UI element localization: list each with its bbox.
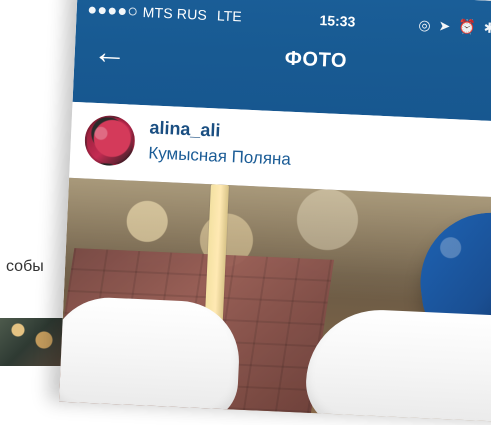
back-button[interactable]: ← — [88, 31, 132, 75]
signal-icon — [88, 6, 137, 16]
time: 15:33 — [319, 12, 356, 30]
back-arrow-icon: ← — [91, 32, 128, 73]
background-partial-text: собы — [6, 258, 44, 275]
carrier: MTS RUS — [142, 3, 208, 23]
photo-cup-left — [58, 295, 242, 424]
bluetooth-icon: ✱ — [483, 18, 491, 36]
post-photo[interactable]: K — [58, 177, 491, 425]
page-title: ФОТО — [284, 47, 348, 73]
alarm-icon: ⏰ — [457, 17, 477, 35]
lock-icon: ◎ — [418, 15, 432, 33]
phone-screenshot: MTS RUS LTE 15:33 ◎ ➤ ⏰ ✱ ← ФОТО alina_a… — [58, 0, 491, 425]
network: LTE — [216, 7, 243, 25]
username-link[interactable]: alina_ali — [149, 117, 221, 141]
nav-bar: ← ФОТО — [73, 24, 491, 118]
location-link[interactable]: Кумысная Поляна — [148, 143, 291, 169]
avatar[interactable] — [83, 114, 136, 167]
status-icons: ◎ ➤ ⏰ ✱ — [418, 13, 491, 38]
location-icon: ➤ — [438, 16, 451, 34]
